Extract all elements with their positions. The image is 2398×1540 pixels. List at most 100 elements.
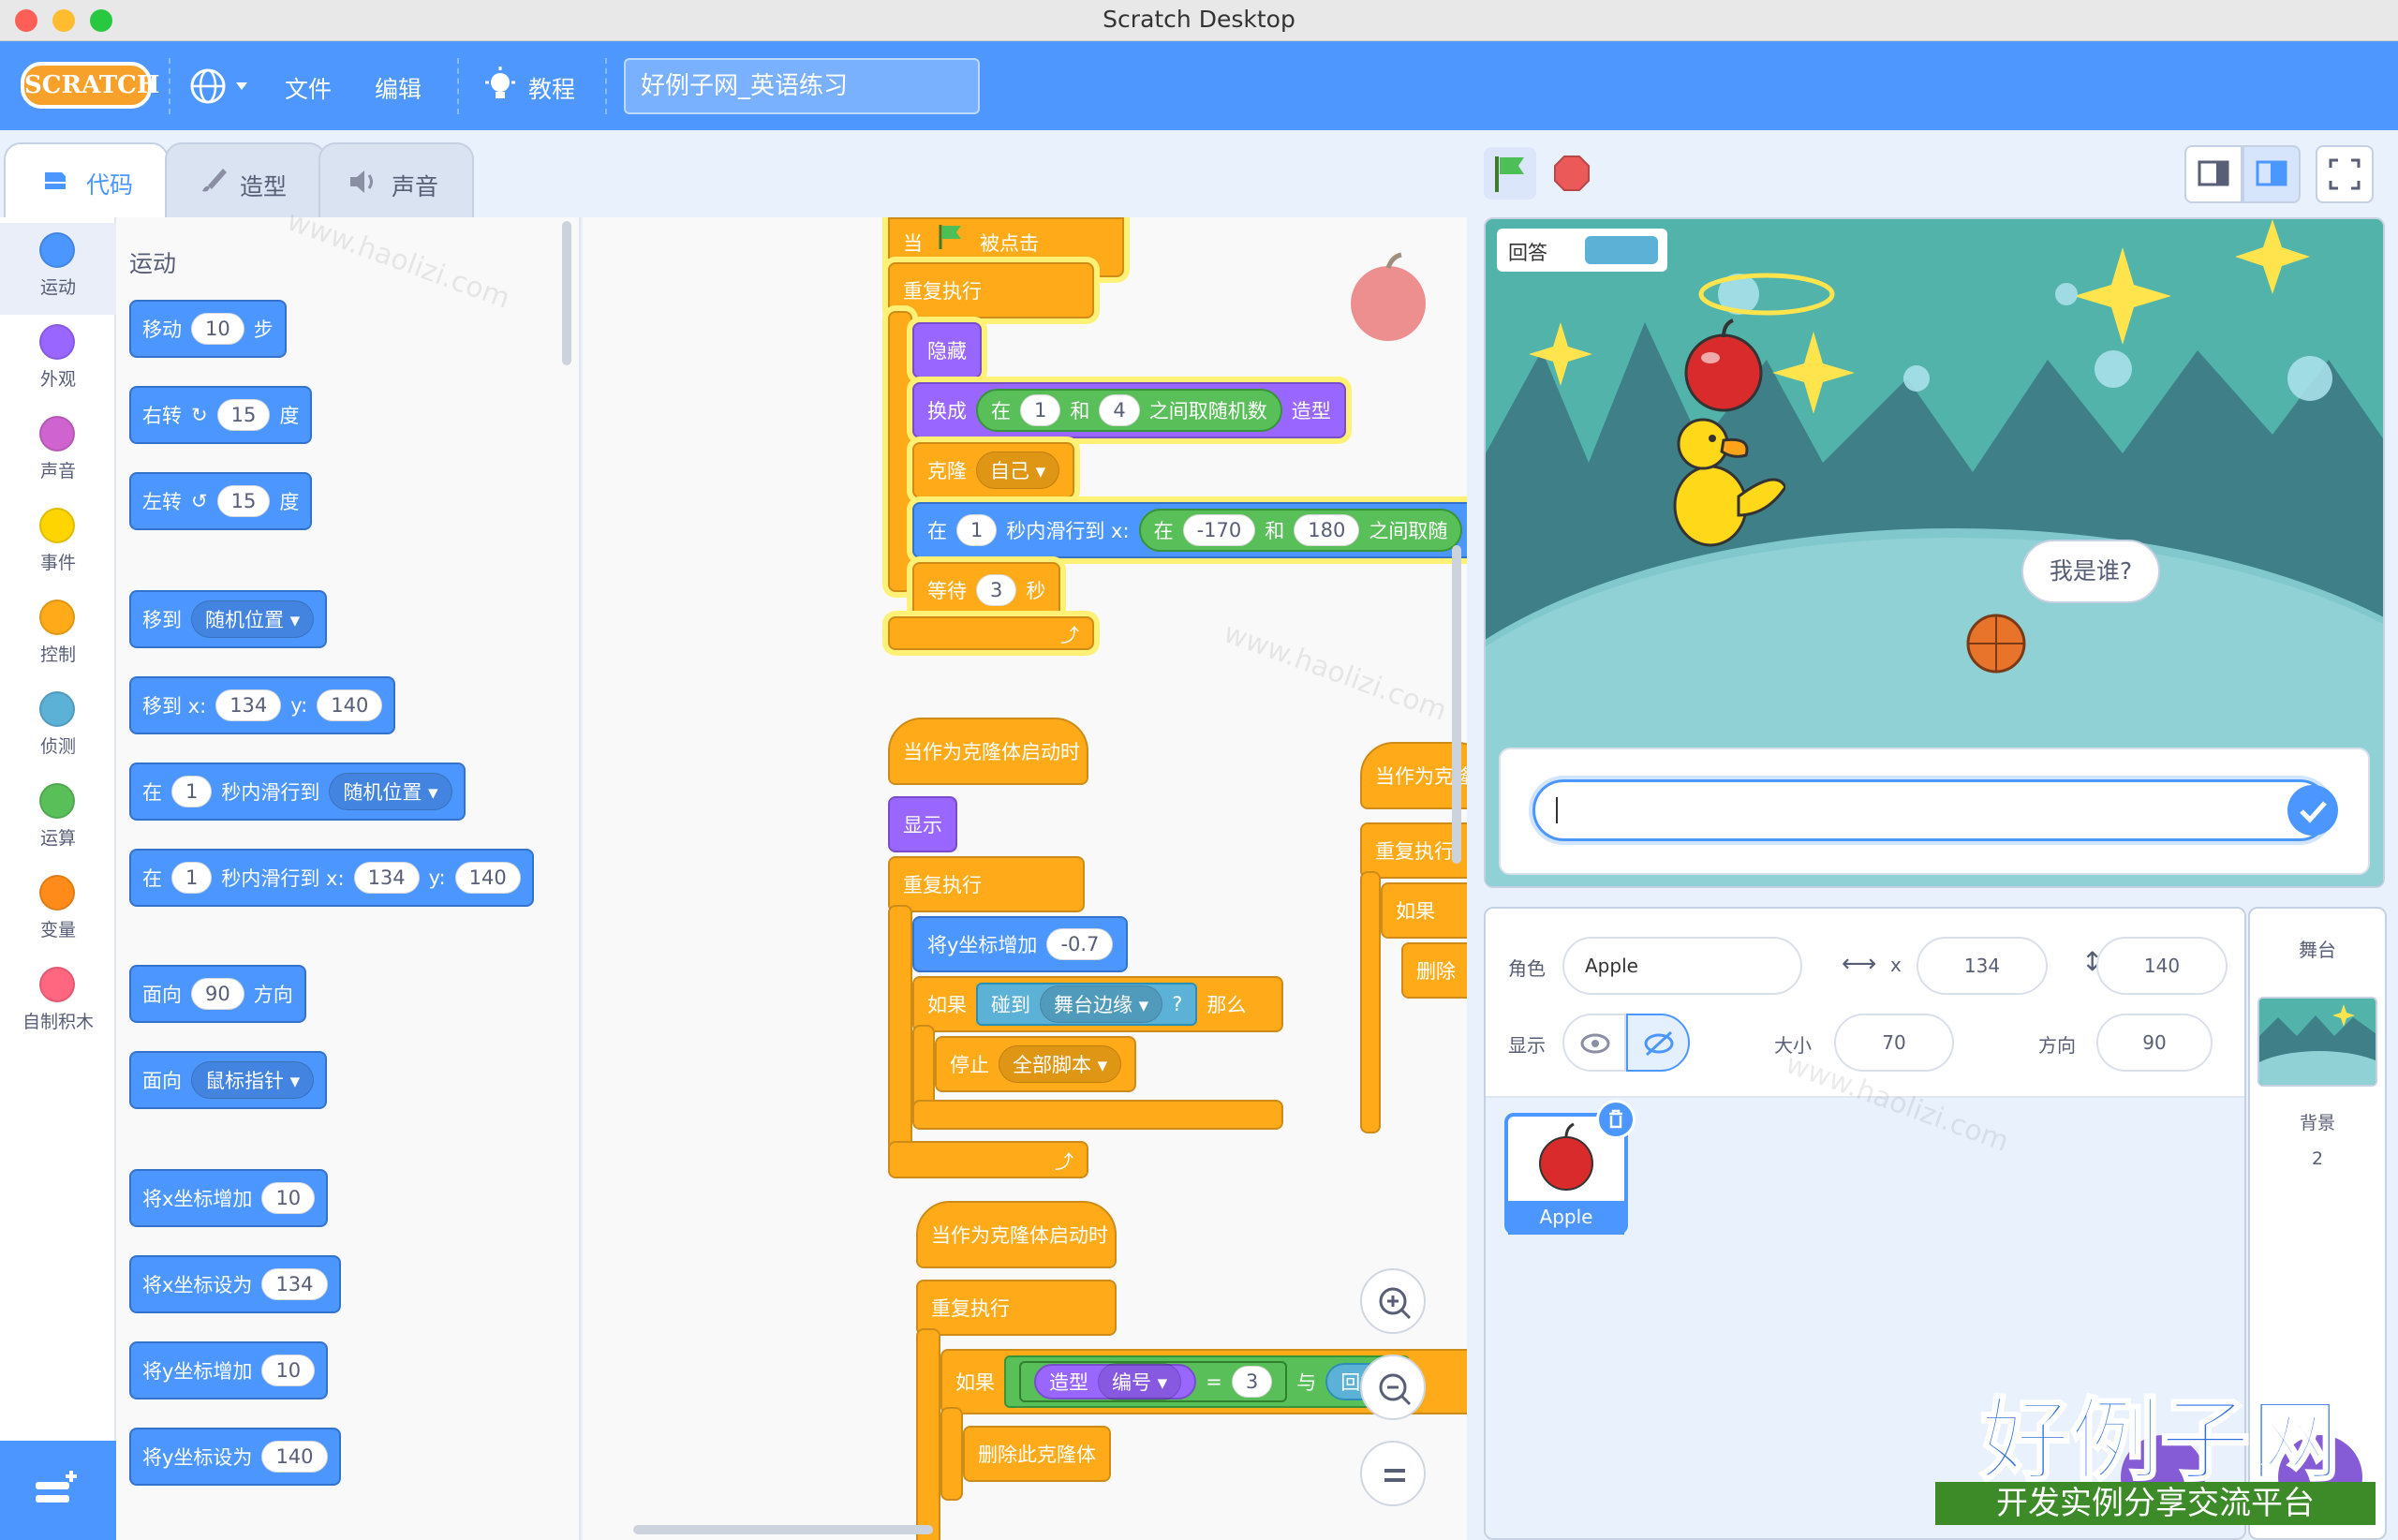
add-extension-button[interactable] [0,1441,116,1540]
block-delete-clone[interactable]: 删除 [1401,942,1467,999]
block-switch-costume[interactable]: 换成 在 1 和 4 之间取随机数 造型 [912,382,1346,438]
random-from-input[interactable]: 1 [1020,394,1061,426]
hide-sprite-button[interactable] [1626,1014,1690,1072]
category-variables[interactable]: 变量 [0,866,116,957]
project-title-input[interactable]: 好例子网_英语练习 [624,58,980,114]
block-change-x[interactable]: 将x坐标增加 10 [129,1169,329,1227]
block-set-x[interactable]: 将x坐标设为 134 [129,1255,341,1313]
submit-answer-button[interactable] [2287,785,2338,836]
block-forever[interactable]: 重复执行 [916,1280,1117,1336]
block-point-towards[interactable]: 面向 鼠标指针 ▾ [129,1051,328,1109]
block-and[interactable]: 造型编号 ▾ =3 与 回答 [1004,1355,1411,1408]
wait-seconds-input[interactable]: 3 [976,574,1017,606]
glide-target-dropdown[interactable]: 随机位置 ▾ [329,773,452,810]
y-position-input[interactable]: 140 [2096,937,2228,995]
zoom-out-button[interactable] [1360,1355,1426,1420]
category-motion[interactable]: 运动 [0,223,116,315]
category-sensing[interactable]: 侦测 [0,682,116,774]
scratch-logo[interactable]: SCRATCH [21,62,159,109]
random-from-input[interactable]: -170 [1182,514,1256,546]
duck-sprite[interactable] [1645,403,1785,571]
block-when-clone-starts[interactable]: 当作为克隆体启动时 [888,718,1088,785]
block-pick-random[interactable]: 在 -170 和 180 之间取随 [1138,509,1463,552]
fullscreen-button[interactable] [2316,145,2374,203]
y-input[interactable]: 140 [317,689,383,721]
block-change-y[interactable]: 将y坐标增加 -0.7 [912,916,1129,972]
block-stop[interactable]: 停止 全部脚本 ▾ [935,1036,1137,1092]
x-position-input[interactable]: 134 [1917,937,2048,995]
delete-sprite-button[interactable] [1596,1100,1636,1139]
tutorials-menu[interactable]: 教程 [483,66,586,107]
block-delete-clone[interactable]: 删除此克隆体 [963,1426,1111,1482]
block-forever[interactable]: 重复执行 [888,856,1085,912]
file-menu[interactable]: 文件 [285,71,332,105]
block-set-y[interactable]: 将y坐标设为 140 [129,1428,341,1486]
block-goto-xy[interactable]: 移到 x: 134 y: 140 [129,676,396,734]
block-forever[interactable]: 重复执行 [1360,822,1467,879]
stop-option-dropdown[interactable]: 全部脚本 ▾ [999,1045,1122,1083]
dy-input[interactable]: 10 [261,1355,316,1386]
block-pick-random[interactable]: 在 1 和 4 之间取随机数 [976,389,1282,432]
stop-button[interactable] [1546,147,1598,200]
x-input[interactable]: 134 [353,862,420,894]
block-if[interactable]: 如果 碰到 舞台边缘 ▾? 那么 [912,976,1283,1032]
seconds-input[interactable]: 1 [171,776,213,807]
answer-input[interactable] [1532,779,2331,841]
edit-menu[interactable]: 编辑 [375,71,422,105]
sprite-name-input[interactable]: Apple [1562,937,1802,995]
block-when-clone-starts[interactable]: 当作为克隆体启动时 [916,1201,1117,1268]
degrees-input[interactable]: 15 [216,399,271,431]
tab-sounds[interactable]: 声音 [318,142,474,219]
dx-input[interactable]: 10 [261,1182,316,1214]
zoom-in-button[interactable] [1360,1268,1426,1334]
seconds-input[interactable]: 1 [171,862,213,894]
touching-dropdown[interactable]: 舞台边缘 ▾ [1040,985,1163,1023]
category-looks[interactable]: 外观 [0,315,116,407]
block-equals[interactable]: 造型 编号 ▾ = 3 [1019,1361,1288,1402]
stage-canvas[interactable]: 回答 我是谁? [1484,217,2385,888]
equals-value-input[interactable]: 3 [1231,1366,1273,1398]
direction-input[interactable]: 90 [191,978,244,1010]
x-input[interactable]: 134 [215,689,282,721]
language-menu[interactable] [187,66,253,107]
category-sound[interactable]: 声音 [0,407,116,498]
zoom-reset-button[interactable] [1360,1441,1426,1506]
x-input[interactable]: 134 [261,1268,328,1300]
clone-target-dropdown[interactable]: 自己 ▾ [976,452,1060,489]
palette-scrollbar[interactable] [562,221,571,365]
small-stage-button[interactable] [2184,145,2243,203]
block-glide-xy[interactable]: 在 1 秒内滑行到 x: 134 y: 140 [129,849,534,907]
costume-dropdown[interactable]: 编号 ▾ [1098,1363,1182,1400]
block-wait[interactable]: 等待 3 秒 [912,562,1061,618]
script-scrollbar[interactable] [633,1525,933,1534]
block-glide-random-x[interactable]: 在 1 秒内滑行到 x: 在 -170 和 180 之间取随 [912,502,1467,558]
category-events[interactable]: 事件 [0,498,116,590]
script-vertical-scrollbar[interactable] [1452,545,1461,864]
block-goto[interactable]: 移到 随机位置 ▾ [129,590,328,648]
seconds-input[interactable]: 1 [956,514,998,546]
y-input[interactable]: 140 [261,1441,328,1473]
normal-stage-button[interactable] [2243,145,2301,203]
block-change-y[interactable]: 将y坐标增加 10 [129,1341,329,1399]
y-input[interactable]: 140 [454,862,521,894]
block-costume-number[interactable]: 造型 编号 ▾ [1034,1363,1197,1400]
dy-input[interactable]: -0.7 [1046,928,1114,960]
block-touching[interactable]: 碰到 舞台边缘 ▾? [976,983,1198,1026]
towards-dropdown[interactable]: 鼠标指针 ▾ [191,1061,315,1099]
script-area[interactable]: 当 被点击 重复执行 隐藏 换成 在 1 和 4 之间取随机数 造型 克隆 自己 ▾ 在1… [583,217,1467,1540]
steps-input[interactable]: 10 [191,313,244,345]
block-glide-to[interactable]: 在 1 秒内滑行到 随机位置 ▾ [129,763,466,821]
apple-sprite[interactable] [1679,318,1782,412]
block-turn-right[interactable]: 右转 ↻ 15 度 [129,386,313,444]
block-show[interactable]: 显示 [888,796,957,852]
goto-target-dropdown[interactable]: 随机位置 ▾ [191,600,315,638]
category-my-blocks[interactable]: 自制积木 [0,957,116,1049]
direction-input[interactable]: 90 [2096,1014,2213,1072]
random-to-input[interactable]: 180 [1294,514,1360,546]
size-input[interactable]: 70 [1834,1014,1954,1072]
basketball-sprite[interactable] [1963,611,2029,676]
block-when-clone-starts[interactable]: 当作为克隆 [1360,742,1467,809]
block-if[interactable]: 如果 [1381,882,1467,939]
tab-code[interactable]: 代码 [4,142,169,219]
show-sprite-button[interactable] [1562,1014,1626,1072]
